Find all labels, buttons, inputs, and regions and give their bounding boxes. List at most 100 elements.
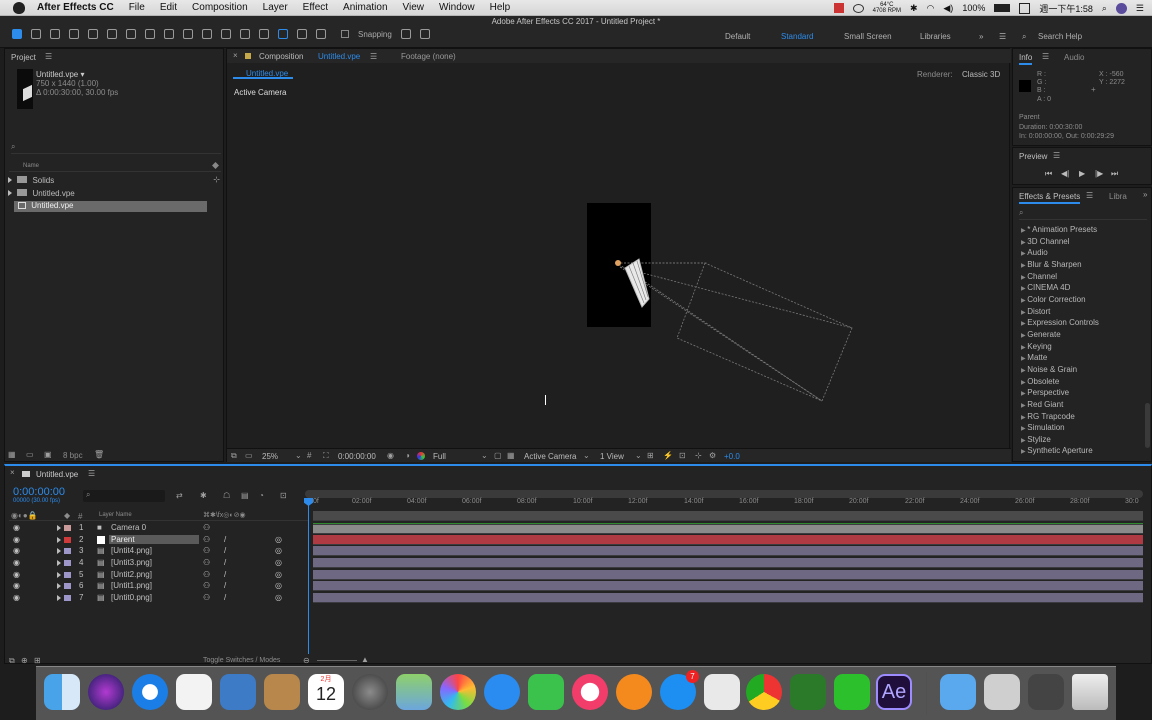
timeline-link-icon[interactable]: ⊡ [679,451,686,460]
layer-row-parent[interactable]: ◉ 2 Parent ⚇ / ◎ [13,535,309,546]
effect-color-correction[interactable]: Color Correction [1021,295,1085,304]
selection-tool-icon[interactable] [12,29,22,39]
effect-perspective[interactable]: Perspective [1021,388,1069,397]
channel-icon[interactable] [417,452,425,460]
parent-pickwhip-icon[interactable]: ◎ [275,593,282,602]
view-layout-select[interactable]: 1 View [600,452,624,461]
transparency-grid-icon[interactable]: ▦ [507,451,515,460]
brush-tool-icon[interactable] [183,29,193,39]
show-snapshot-icon[interactable]: ◑ [405,451,410,460]
notes-icon[interactable] [264,674,300,710]
visibility-eye-icon[interactable]: ◉ [13,535,20,544]
facetime-icon[interactable] [528,674,564,710]
label-color[interactable] [64,572,71,578]
pixel-aspect-icon[interactable]: ⊞ [647,451,654,460]
delete-icon[interactable]: 🗑 [94,450,104,459]
effect-animation-presets[interactable]: * Animation Presets [1021,225,1097,234]
snap-edges-icon[interactable] [419,29,430,39]
axis-view-icon[interactable] [316,29,326,39]
zoom-select[interactable]: 25% [262,452,278,461]
roto-brush-tool-icon[interactable] [240,29,250,39]
layer-row-untit1[interactable]: ◉ 6 ▤ [Untit1.png] ⚇ / ◎ [13,581,309,592]
next-frame-icon[interactable]: |▶ [1095,169,1103,178]
monitor-icon[interactable]: ▭ [245,451,253,460]
layer-name[interactable]: [Untit0.png] [111,593,152,602]
quality-switch-icon[interactable]: / [224,593,226,602]
layer-name[interactable]: [Untit4.png] [111,546,152,555]
panel-more-icon[interactable]: » [1143,190,1147,199]
label-color[interactable] [64,525,71,531]
camtasia-icon[interactable] [790,674,826,710]
app-store-icon[interactable]: 7 [660,670,699,710]
av-features-icon[interactable]: ◉◐●🔒 [11,511,38,520]
spotlight-icon[interactable]: ⌕ [1102,3,1107,14]
siri-icon[interactable] [88,674,124,710]
effect-distort[interactable]: Distort [1021,307,1050,316]
notification-center-icon[interactable]: ☰ [1136,3,1144,14]
effect-blur-sharpen[interactable]: Blur & Sharpen [1021,260,1081,269]
battery-percent[interactable]: 100% [962,3,985,13]
layer-row-camera[interactable]: ◉ 1 ■ Camera 0 ⚇ [13,523,309,534]
label-color[interactable] [64,583,71,589]
after-effects-icon[interactable]: Ae [876,674,912,710]
expand-icon[interactable] [57,583,61,589]
bar-layer-untit3[interactable] [313,558,1143,568]
effect-keying[interactable]: Keying [1021,342,1051,351]
zoom-dropdown-icon[interactable]: ⌄ [295,451,302,460]
switches-column-icons[interactable]: ⌘✱\fx◎◐⊘◉ [203,511,246,519]
visibility-eye-icon[interactable]: ◉ [13,593,20,602]
menu-window[interactable]: Window [439,2,475,13]
effect-rg-trapcode[interactable]: RG Trapcode [1021,412,1075,421]
timeline-search-input[interactable]: ⌕ [83,490,165,502]
expand-icon[interactable] [57,595,61,601]
layer-row-untit4[interactable]: ◉ 3 ▤ [Untit4.png] ⚇ / ◎ [13,546,309,557]
region-of-interest-icon[interactable]: ▢ [494,451,502,460]
effect-expression-controls[interactable]: Expression Controls [1021,318,1099,327]
layer-name[interactable]: [Untit1.png] [111,581,152,590]
previous-frame-icon[interactable]: ◀| [1061,169,1069,178]
effect-synthetic-aperture[interactable]: Synthetic Aperture [1021,446,1092,455]
effect-stylize[interactable]: Stylize [1021,435,1051,444]
timeline-menu-icon[interactable]: ☰ [88,469,95,478]
bar-layer-untit1[interactable] [313,581,1143,591]
effect-red-giant[interactable]: Red Giant [1021,400,1063,409]
parent-pickwhip-icon[interactable]: ◎ [275,581,282,590]
label-color[interactable] [64,595,71,601]
tab-preview[interactable]: Preview [1019,152,1047,161]
user-avatar-icon[interactable] [1115,2,1127,14]
menu-composition[interactable]: Composition [192,2,248,13]
shy-switch-icon[interactable]: ⚇ [203,558,210,567]
time-ruler[interactable]: 0f 02:00f 04:00f 06:00f 08:00f 10:00f 12… [305,498,1143,512]
menu-layer[interactable]: Layer [263,2,288,13]
quality-switch-icon[interactable]: / [224,570,226,579]
recent-stack-icon[interactable] [1028,674,1064,710]
effect-3d-channel[interactable]: 3D Channel [1021,237,1069,246]
volume-icon[interactable]: ◀) [943,3,953,14]
visibility-eye-icon[interactable]: ◉ [13,546,20,555]
project-panel-title[interactable]: Project [11,53,36,62]
layer-name[interactable]: [Untit3.png] [111,558,152,567]
project-item-name[interactable]: Untitled.vpe ▾ [36,70,84,79]
launchpad-icon[interactable] [352,674,388,710]
shy-switch-icon[interactable]: ⚇ [203,546,210,555]
grid-icon[interactable]: # [307,451,311,460]
bluetooth-icon[interactable]: ✱ [910,3,918,14]
maps-icon[interactable] [396,674,432,710]
renderer-value[interactable]: Classic 3D [962,70,1000,79]
menu-edit[interactable]: Edit [160,2,177,13]
temperature-readout[interactable]: 64°C 4708 RPM [873,2,901,14]
work-area-bar[interactable] [305,490,1143,498]
layer-row-untit3[interactable]: ◉ 4 ▤ [Untit3.png] ⚇ / ◎ [13,558,309,569]
view-dropdown-icon[interactable]: ⌄ [635,451,642,460]
shy-switch-icon[interactable]: ⚇ [203,523,210,532]
expand-icon[interactable] [57,572,61,578]
flowchart-view-icon[interactable]: ⊹ [695,451,702,460]
tab-effects-presets[interactable]: Effects & Presets [1019,192,1081,204]
shy-switch-icon[interactable]: ⚇ [203,581,210,590]
tab-info[interactable]: Info [1019,53,1033,65]
safari-icon[interactable] [132,674,168,710]
visibility-eye-icon[interactable]: ◉ [13,523,20,532]
menu-help[interactable]: Help [490,2,511,13]
menu-effect[interactable]: Effect [303,2,328,13]
new-folder-icon[interactable]: ▭ [26,450,34,459]
